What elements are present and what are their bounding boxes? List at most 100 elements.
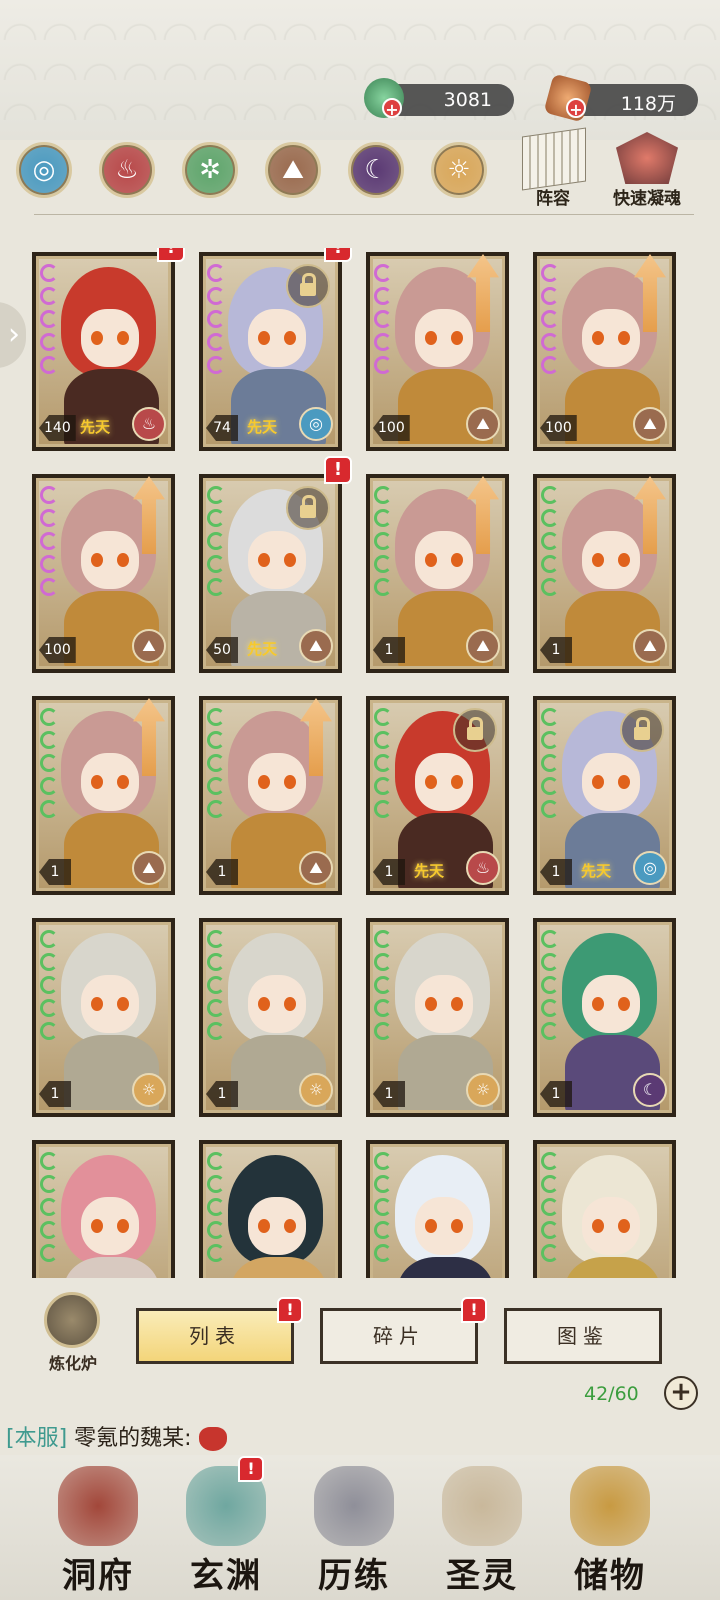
nav-sword-button[interactable]: 历练 (294, 1458, 414, 1600)
spirit-card[interactable] (533, 1140, 676, 1278)
bag-icon (570, 1466, 650, 1546)
star-rank-icon (374, 930, 396, 1045)
tab-codex[interactable]: 图鉴 (504, 1308, 662, 1364)
star-rank-icon (374, 708, 396, 823)
innate-tag: 先天 (581, 862, 612, 880)
nav-lotus-button[interactable]: 玄渊! (166, 1456, 286, 1600)
quick-soul-button[interactable]: 快速凝魂 (604, 132, 690, 212)
star-rank-icon (40, 708, 62, 823)
star-rank-icon (40, 486, 62, 601)
alert-badge-icon: ! (157, 248, 185, 262)
capacity-count: 42/60 (584, 1383, 639, 1405)
tab-fragments[interactable]: 碎片 ! (320, 1297, 487, 1364)
spirit-card[interactable]: 50 先天 ⛰! (199, 456, 352, 673)
sun-icon: ☼ (466, 1073, 500, 1107)
sun-icon: ☼ (132, 1073, 166, 1107)
nav-label: 历练 (318, 1556, 390, 1596)
spirit-card[interactable]: 74先天◎! (199, 248, 352, 451)
furnace-button[interactable]: 炼化炉 (32, 1292, 114, 1380)
lock-icon[interactable] (286, 264, 330, 308)
star-rank-icon (541, 486, 563, 601)
spirit-card[interactable]: 1 ☼ (199, 918, 342, 1117)
furnace-label: 炼化炉 (48, 1354, 97, 1373)
mask-emoji-icon (198, 1427, 227, 1451)
nav-gate-button[interactable]: 洞府 (38, 1458, 158, 1600)
chat-message: 零氪的魏某: (74, 1426, 192, 1451)
jade-amount: 3081 (443, 89, 492, 111)
spirit-currency[interactable]: + 118万 (543, 73, 698, 123)
moon-icon: ☾ (364, 155, 388, 185)
innate-tag: 先天 (414, 862, 445, 880)
jade-currency[interactable]: + 3081 (364, 78, 514, 119)
spirit-card[interactable] (199, 1140, 342, 1278)
soul-emblem-icon (616, 132, 678, 184)
nav-bag-button[interactable]: 储物 (550, 1458, 670, 1600)
add-jade-button[interactable]: + (382, 98, 402, 119)
filter-light-button[interactable]: ☼ (431, 142, 487, 198)
mountain-icon: ⛰ (299, 629, 333, 663)
spirit-card[interactable]: 1 ☾ (533, 918, 676, 1117)
spirit-card[interactable]: 1 ☼ (32, 918, 175, 1117)
filter-earth-button[interactable]: ⛰ (265, 142, 321, 198)
star-rank-icon (374, 1152, 396, 1267)
star-rank-icon (374, 264, 396, 379)
nav-tiger-button[interactable]: 圣灵 (422, 1458, 542, 1600)
spirit-amount: 118万 (620, 93, 676, 115)
nav-label: 洞府 (62, 1556, 134, 1596)
fire-icon: ♨ (132, 407, 166, 441)
spirit-card[interactable]: 1 先天 ◎ (533, 696, 676, 895)
sun-icon: ☼ (447, 155, 471, 185)
star-rank-icon (40, 264, 62, 379)
fire-icon: ♨ (115, 155, 139, 185)
spirit-card[interactable]: 100 ⛰ (32, 474, 175, 673)
mountain-icon: ⛰ (132, 851, 166, 885)
innate-tag: 先天 (247, 640, 278, 658)
expand-capacity-button[interactable]: + (664, 1376, 698, 1410)
alert-badge-icon: ! (324, 456, 352, 484)
spirit-card[interactable]: 100 ⛰ (533, 252, 676, 451)
add-spirit-button[interactable]: + (566, 98, 586, 119)
lock-icon[interactable] (286, 486, 330, 530)
divider (34, 214, 694, 215)
water-swirl-icon: ◎ (32, 155, 56, 185)
leaf-icon: ✲ (199, 155, 221, 185)
spirit-card[interactable]: 1 ☼ (366, 918, 509, 1117)
tab-fragments-label: 碎片 (373, 1324, 425, 1348)
filter-wood-button[interactable]: ✲ (182, 142, 238, 198)
filter-fire-button[interactable]: ♨ (99, 142, 155, 198)
spirit-card[interactable]: 1 ⛰ (533, 474, 676, 673)
alert-badge-icon: ! (461, 1297, 487, 1323)
filter-dark-button[interactable]: ☾ (348, 142, 404, 198)
star-rank-icon (40, 930, 62, 1045)
spirit-card[interactable]: 1 ⛰ (199, 696, 342, 895)
star-rank-icon (207, 708, 229, 823)
spirit-card[interactable]: 1 先天 ♨ (366, 696, 509, 895)
star-rank-icon (40, 1152, 62, 1267)
spirit-card[interactable]: 1 ⛰ (366, 474, 509, 673)
lock-icon[interactable] (620, 708, 664, 752)
alert-badge-icon: ! (277, 1297, 303, 1323)
sword-icon (314, 1466, 394, 1546)
spirit-card[interactable]: 100 ⛰ (366, 252, 509, 451)
spirit-card[interactable]: 1 ⛰ (32, 696, 175, 895)
fire-icon: ♨ (466, 851, 500, 885)
lock-icon[interactable] (453, 708, 497, 752)
furnace-icon (44, 1292, 100, 1348)
star-rank-icon (207, 264, 229, 379)
nav-label: 圣灵 (446, 1556, 518, 1596)
mountain-icon: ⛰ (466, 629, 500, 663)
spirit-card[interactable] (32, 1140, 175, 1278)
spirit-card[interactable] (366, 1140, 509, 1278)
alert-badge-icon: ! (324, 248, 352, 262)
mountain-icon: ⛰ (633, 629, 667, 663)
scroll-icon (522, 127, 586, 191)
lineup-button[interactable]: 阵容 (510, 127, 596, 212)
tab-list[interactable]: 列表 ! (136, 1297, 303, 1364)
nav-label: 玄渊 (190, 1556, 262, 1596)
alert-badge-icon: ! (238, 1456, 264, 1482)
filter-water-button[interactable]: ◎ (16, 142, 72, 198)
spirit-card[interactable]: 140先天♨! (32, 248, 185, 451)
chat-line[interactable]: [本服] 零氪的魏某: (6, 1420, 227, 1452)
star-rank-icon (207, 486, 229, 601)
side-expand-icon[interactable]: › (0, 302, 26, 368)
